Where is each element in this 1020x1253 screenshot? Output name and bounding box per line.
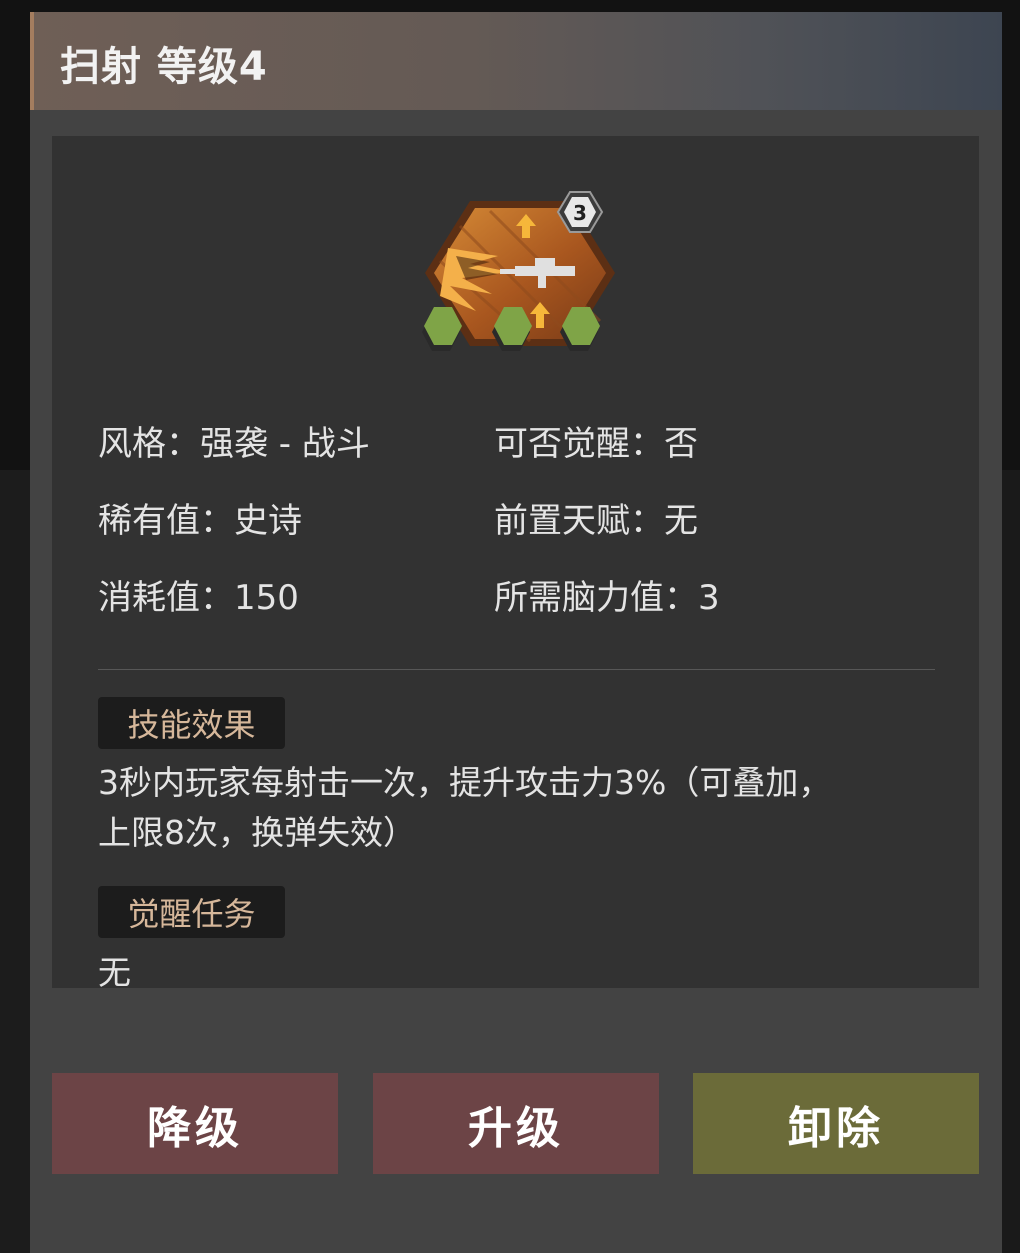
attribute-row: 稀有值：史诗 前置天赋：无 [98,493,938,570]
rarity-value: 稀有值：史诗 [98,501,302,541]
title-bar: 扫射 等级4 [30,12,1002,110]
skill-detail-dialog: 扫射 等级4 3 风格：强袭 - 战斗 可否觉醒：否 稀有值：史诗 前置天赋：无… [30,12,1002,1253]
divider [98,669,935,670]
awaken-description: 无 [98,953,131,988]
effect-section-tag: 技能效果 [98,697,285,749]
attribute-row: 消耗值：150 所需脑力值：3 [98,570,938,647]
awakenable-value: 可否觉醒：否 [494,424,698,464]
style-value: 风格：强袭 - 战斗 [98,424,370,464]
level-badge: 3 [573,201,587,225]
prerequisite-value: 前置天赋：无 [494,501,698,541]
content-panel: 3 风格：强袭 - 战斗 可否觉醒：否 稀有值：史诗 前置天赋：无 消耗值：15… [52,136,979,988]
remove-button[interactable]: 卸除 [693,1073,979,1174]
backdrop-left-strip [0,470,30,1253]
effect-line: 上限8次，换弹失效） [98,813,416,852]
effect-line: 3秒内玩家每射击一次，提升攻击力3%（可叠加， [98,763,832,802]
dialog-title: 扫射 等级4 [60,44,268,90]
brainpower-value: 所需脑力值：3 [494,578,720,618]
attribute-grid: 风格：强袭 - 战斗 可否觉醒：否 稀有值：史诗 前置天赋：无 消耗值：150 … [98,416,938,647]
attribute-row: 风格：强袭 - 战斗 可否觉醒：否 [98,416,938,493]
backdrop-right-strip [1002,470,1020,1253]
strafe-skill-icon: 3 [422,191,615,351]
upgrade-button[interactable]: 升级 [373,1073,659,1174]
downgrade-button[interactable]: 降级 [52,1073,338,1174]
effect-description: 3秒内玩家每射击一次，提升攻击力3%（可叠加， 上限8次，换弹失效） [98,758,918,858]
cost-value: 消耗值：150 [98,578,299,618]
awaken-section-tag: 觉醒任务 [98,886,285,938]
